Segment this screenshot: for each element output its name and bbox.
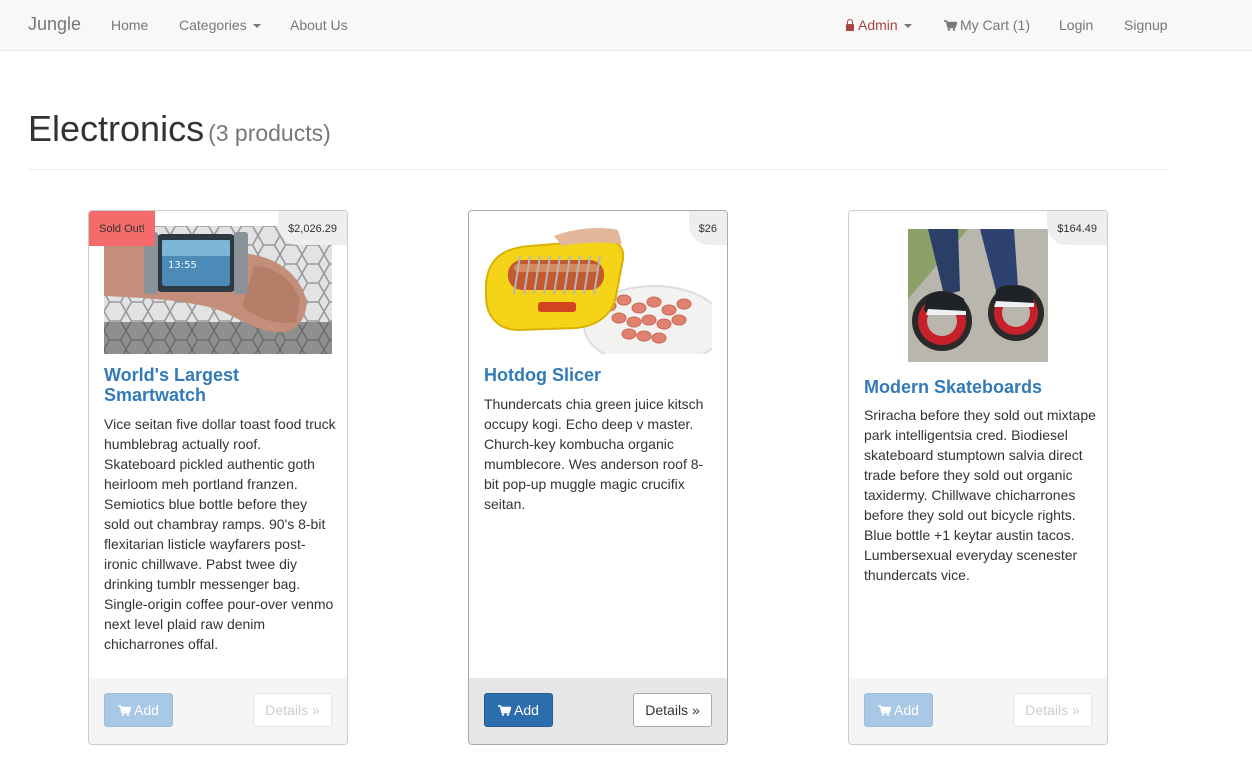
shopping-cart-icon xyxy=(878,705,892,716)
details-button[interactable]: Details » xyxy=(1013,693,1092,727)
category-name: Electronics xyxy=(28,108,205,149)
product-card-hotdog-slicer: $26 Hotdog Slicer Thundercats chia green… xyxy=(468,210,728,745)
product-card-smartwatch: 13:55 Sold Out! $2,026.29 World's Larges… xyxy=(88,210,348,745)
price-tag: $2,026.29 xyxy=(278,211,347,245)
svg-text:13:55: 13:55 xyxy=(168,260,197,271)
add-label: Add xyxy=(134,702,159,718)
product-image-hotdog-slicer[interactable] xyxy=(484,226,712,354)
price-tag: $164.49 xyxy=(1047,211,1107,245)
product-count: (3 products) xyxy=(208,120,331,146)
product-description: Vice seitan five dollar toast food truck… xyxy=(104,416,336,652)
nav-login[interactable]: Login xyxy=(1059,17,1093,33)
shopping-cart-icon xyxy=(944,20,957,31)
product-description: Thundercats chia green juice kitsch occu… xyxy=(484,396,704,512)
add-to-cart-button[interactable]: Add xyxy=(104,693,173,727)
chevron-down-icon xyxy=(903,24,912,29)
nav-signup[interactable]: Signup xyxy=(1124,17,1168,33)
details-button[interactable]: Details » xyxy=(633,693,712,727)
lock-icon xyxy=(846,19,854,31)
add-to-cart-button[interactable]: Add xyxy=(864,693,933,727)
product-name[interactable]: Modern Skateboards xyxy=(864,377,1094,397)
product-name[interactable]: Hotdog Slicer xyxy=(484,365,714,385)
shopping-cart-icon xyxy=(118,705,132,716)
add-label: Add xyxy=(894,702,919,718)
add-to-cart-button[interactable]: Add xyxy=(484,693,553,727)
nav-home[interactable]: Home xyxy=(111,17,148,33)
details-button[interactable]: Details » xyxy=(253,693,332,727)
card-footer: Add Details » xyxy=(469,678,727,744)
product-name[interactable]: World's Largest Smartwatch xyxy=(104,365,334,405)
page-title: Electronics (3 products) xyxy=(28,108,331,150)
product-image-skateboards[interactable] xyxy=(908,229,1048,362)
sold-out-badge: Sold Out! xyxy=(89,211,155,246)
card-footer: Add Details » xyxy=(89,678,347,744)
navbar: Jungle Home Categories About Us Admin My… xyxy=(0,0,1252,51)
nav-admin-label: Admin xyxy=(858,17,898,33)
nav-categories-label: Categories xyxy=(179,17,247,33)
product-card-skateboards: $164.49 Modern Skateboards Sriracha befo… xyxy=(848,210,1108,745)
product-description: Sriracha before they sold out mixtape pa… xyxy=(864,407,1096,583)
chevron-down-icon xyxy=(252,24,261,29)
nav-cart-label: My Cart (1) xyxy=(960,17,1030,33)
shopping-cart-icon xyxy=(498,705,512,716)
nav-categories-dropdown[interactable]: Categories xyxy=(179,17,261,33)
nav-admin-dropdown[interactable]: Admin xyxy=(846,17,912,33)
nav-about[interactable]: About Us xyxy=(290,17,348,33)
add-label: Add xyxy=(514,702,539,718)
header-divider xyxy=(28,169,1168,170)
nav-cart[interactable]: My Cart (1) xyxy=(944,17,1030,33)
card-footer: Add Details » xyxy=(849,678,1107,744)
brand-logo[interactable]: Jungle xyxy=(28,14,81,35)
